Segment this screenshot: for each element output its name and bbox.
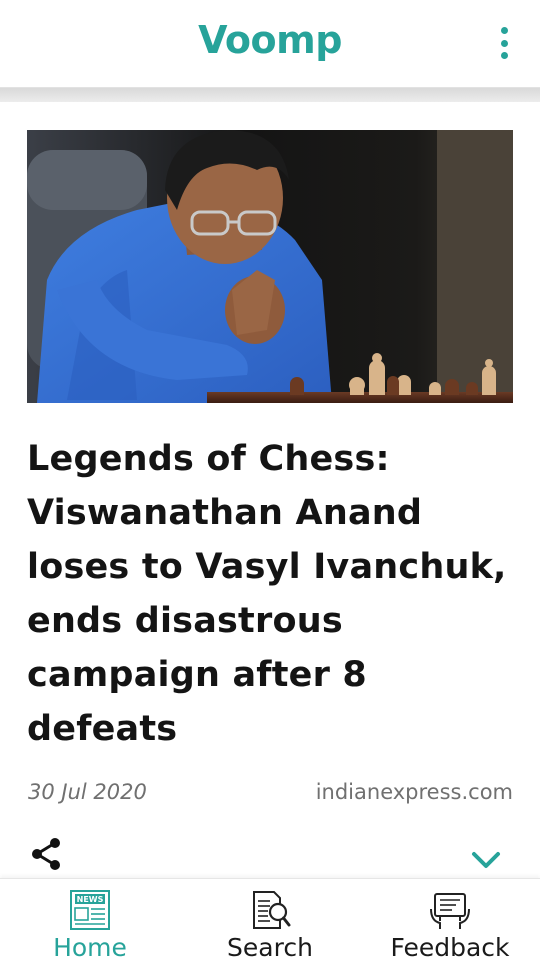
article-date: 30 Jul 2020 <box>28 780 147 804</box>
menu-dot <box>500 27 508 34</box>
search-document-icon <box>195 889 345 931</box>
menu-dot <box>500 52 508 59</box>
chevron-down-icon[interactable] <box>470 850 502 872</box>
nav-search[interactable]: Search <box>195 889 345 973</box>
feedback-board-icon <box>375 889 525 931</box>
nav-home[interactable]: NEWS Home <box>15 889 165 973</box>
article-image-graphic <box>27 130 513 403</box>
nav-feedback[interactable]: Feedback <box>375 889 525 973</box>
article-image[interactable] <box>27 130 513 403</box>
newspaper-icon: NEWS <box>15 889 165 931</box>
app-logo: Voomp <box>198 18 342 62</box>
app-bar: Voomp <box>0 0 540 88</box>
share-icon[interactable] <box>30 837 62 871</box>
article-source[interactable]: indianexpress.com <box>316 780 513 804</box>
nav-feedback-label: Feedback <box>390 933 510 962</box>
article-headline[interactable]: Legends of Chess: Viswanathan Anand lose… <box>27 432 513 756</box>
menu-dot <box>500 39 508 47</box>
nav-home-label: Home <box>53 933 127 962</box>
card-separator <box>0 88 540 102</box>
svg-text:NEWS: NEWS <box>77 895 104 904</box>
news-card[interactable]: Legends of Chess: Viswanathan Anand lose… <box>0 102 540 878</box>
bottom-navigation: NEWS Home Search Feedback <box>0 878 540 977</box>
more-vert-icon[interactable] <box>498 27 510 59</box>
nav-search-label: Search <box>227 933 313 962</box>
